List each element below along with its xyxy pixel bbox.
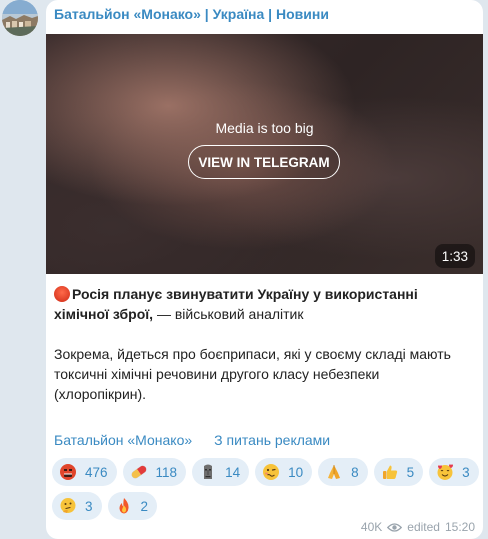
channel-name[interactable]: Батальйон «Монако» | Україна | Новини (54, 6, 329, 22)
reaction-fire[interactable]: 2 (107, 492, 158, 520)
rage-face-icon (54, 286, 70, 302)
rage-face-icon (60, 464, 76, 480)
channel-avatar[interactable] (2, 0, 38, 36)
edited-label: edited (407, 520, 440, 534)
reaction-count: 3 (85, 498, 93, 514)
post-paragraph: Зокрема, йдеться про боєприпаси, які у с… (54, 346, 451, 402)
moai-icon (204, 464, 213, 479)
reaction-count: 476 (85, 464, 108, 480)
reaction-rage[interactable]: 476 (52, 458, 117, 486)
post-text: Росія планує звинуватити Україну у викор… (54, 284, 474, 404)
reactions-row: 3 2 (52, 492, 472, 520)
reaction-moai[interactable]: 14 (192, 458, 250, 486)
reaction-count: 2 (140, 498, 149, 514)
thinking-face-icon (60, 498, 76, 513)
fire-icon (119, 498, 129, 514)
reaction-hearts-face[interactable]: 3 (429, 458, 479, 486)
reaction-woozy[interactable]: 10 (255, 458, 313, 486)
reaction-count: 14 (225, 464, 241, 480)
message-bubble: Батальйон «Монако» | Україна | Новини Me… (46, 0, 483, 539)
reaction-count: 8 (351, 464, 359, 480)
smiling-hearts-face-icon (437, 464, 454, 480)
reactions-bar: 476 118 14 10 8 5 3 3 2 (52, 458, 479, 526)
reaction-count: 3 (462, 464, 470, 480)
thumbs-up-icon (382, 465, 397, 479)
message-time: 15:20 (444, 520, 475, 534)
reaction-pill[interactable]: 118 (122, 458, 187, 486)
folded-hands-icon (328, 465, 341, 479)
video-duration-badge: 1:33 (434, 244, 475, 268)
reaction-count: 10 (288, 464, 304, 480)
footer-links: Батальйон «Монако» З питань реклами (54, 432, 330, 448)
channel-link[interactable]: Батальйон «Монако» (54, 432, 192, 448)
reaction-count: 118 (155, 464, 178, 480)
view-count: 40K (360, 520, 383, 534)
reaction-pray[interactable]: 8 (318, 458, 368, 486)
post-headline-rest: — військовий аналітик (153, 306, 304, 322)
reaction-count: 5 (406, 464, 415, 480)
media-preview[interactable]: Media is too big VIEW IN TELEGRAM 1:33 (46, 34, 483, 274)
woozy-face-icon (263, 464, 280, 480)
pill-icon (131, 465, 147, 479)
post-headline: Росія планує звинуватити Україну у викор… (54, 284, 474, 324)
message-meta: 40K edited 15:20 (361, 520, 475, 534)
reaction-thumbs-up[interactable]: 5 (373, 458, 424, 486)
media-too-big-notice: Media is too big (215, 120, 314, 136)
reaction-thinking[interactable]: 3 (52, 492, 102, 520)
reactions-row: 476 118 14 10 8 5 3 (52, 458, 479, 486)
view-in-telegram-button[interactable]: VIEW IN TELEGRAM (188, 145, 340, 179)
ads-link[interactable]: З питань реклами (214, 432, 330, 448)
eye-icon (387, 522, 403, 532)
